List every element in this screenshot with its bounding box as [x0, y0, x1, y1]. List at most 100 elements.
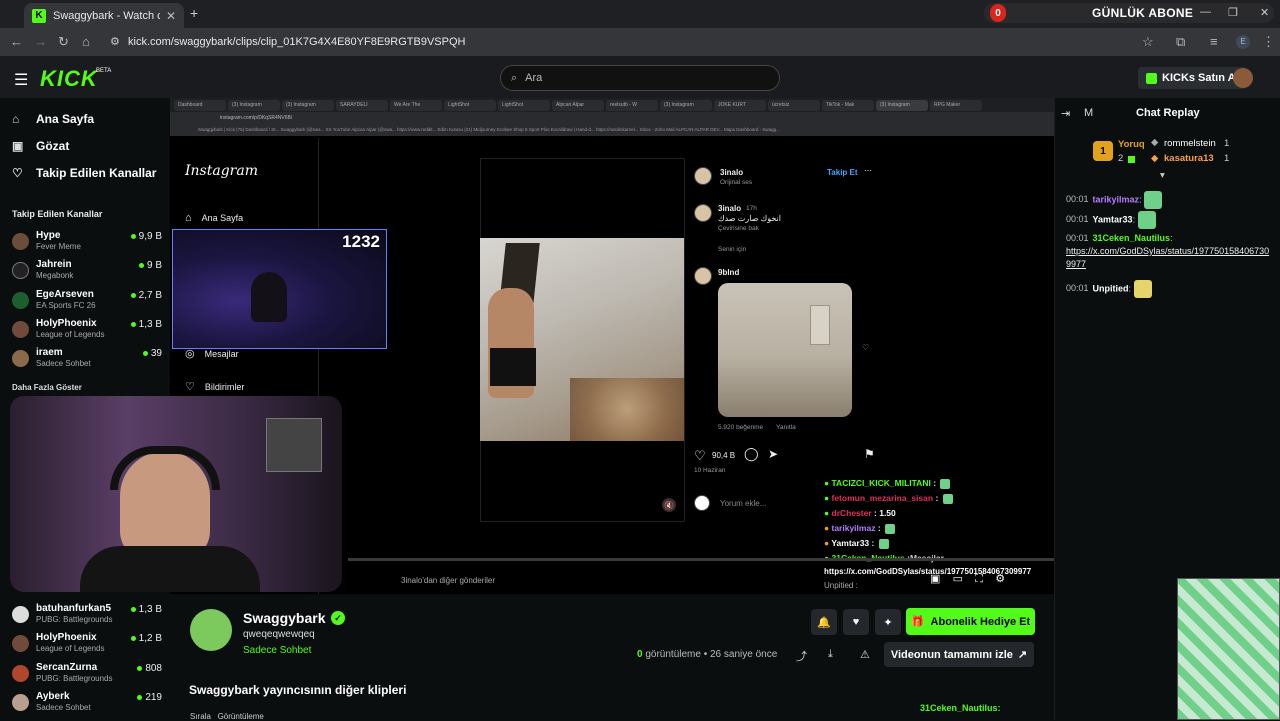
user-avatar[interactable] [1233, 68, 1253, 88]
clip-category[interactable]: Sadece Sohbet [243, 645, 311, 656]
emote-icon [1137, 211, 1156, 229]
chat-user[interactable]: Yamtar33 [1093, 214, 1133, 224]
viewer-count: 9,9 B [138, 231, 162, 242]
back-icon[interactable]: ← [10, 34, 23, 49]
followed-channel-hype[interactable]: Hype Fever Meme 9,9 B [12, 229, 162, 255]
ig-author: 3inalo [720, 168, 744, 177]
sidebar-item-home[interactable]: ⌂ Ana Sayfa [12, 112, 94, 126]
hamburger-menu-icon[interactable]: ☰ [14, 70, 28, 90]
extensions-icon[interactable]: ⧉ [1176, 34, 1185, 50]
expand-leaderboard-icon[interactable]: ▾ [1160, 170, 1165, 181]
chat-user[interactable]: 31Ceken_Nautilus [1093, 233, 1171, 243]
recommended-channel-holyphoenix[interactable]: HolyPhoenix League of Legends 1,2 B [12, 631, 162, 657]
watch-full-video-button[interactable]: Videonun tamamını izle ↗ [884, 642, 1034, 667]
menu-dots-icon[interactable]: ⋮ [1262, 34, 1275, 50]
captured-tab: ücretsiz [768, 100, 820, 111]
person-silhouette [251, 272, 287, 322]
fullscreen-icon[interactable]: ⛶ [975, 573, 983, 585]
leaderboard-user: kasatura13 [1164, 153, 1214, 164]
captured-tab: (3) Instagram [228, 100, 280, 111]
site-info-icon[interactable]: ⚙ [110, 35, 120, 48]
live-dot-icon [130, 606, 136, 612]
profile-avatar[interactable]: E [1236, 35, 1250, 49]
captured-tab: (3) Instagram [876, 100, 928, 111]
channel-avatar[interactable] [190, 609, 232, 651]
badge-icon: ◆ [1151, 137, 1159, 148]
share-icon[interactable]: ⤴ [796, 648, 807, 664]
ig-nav-label: Mesajlar [204, 348, 239, 359]
bookmark-star-icon[interactable]: ☆ [1142, 34, 1154, 50]
ig-author-avatar [694, 167, 712, 185]
channel-game: PUBG: Battlegrounds [36, 674, 113, 683]
notification-bell-button[interactable]: 🔔 [811, 609, 837, 635]
maximize-icon[interactable]: ❐ [1228, 6, 1238, 19]
channel-name: HolyPhoenix [36, 318, 97, 329]
sparkle-button[interactable]: ✦ [875, 609, 901, 635]
channel-name: batuhanfurkan5 [36, 603, 112, 614]
watch-full-video-label: Videonun tamamını izle [890, 648, 1013, 661]
captured-tab: JOKE KURT [714, 100, 766, 111]
chat-message: 00:01 tarikyilmaz: [1066, 191, 1271, 209]
show-more-link[interactable]: Daha Fazla Göster [12, 383, 82, 392]
recommended-channel-ayberk[interactable]: Ayberk Sadece Sohbet 219 [12, 690, 162, 716]
sidebar-item-following[interactable]: ♡ Takip Edilen Kanallar [12, 166, 156, 180]
pip-counter: 1232 [342, 232, 380, 251]
channel-viewers: 1,3 B [130, 604, 162, 615]
ig-actions-row: ♡ [694, 448, 706, 464]
badge-icon: ◆ [1151, 153, 1159, 164]
followed-channel-iraem[interactable]: iraem Sadece Sohbet 39 [12, 346, 162, 372]
pip-icon[interactable]: ▣ [930, 573, 940, 585]
channel-name: EgeArseven [36, 289, 94, 300]
viewer-count: 1,3 B [138, 319, 162, 330]
buy-kicks-button[interactable]: KICKs Satın Al [1138, 67, 1247, 89]
channel-avatar [12, 321, 29, 338]
reload-icon[interactable]: ↻ [58, 34, 69, 50]
kick-logo[interactable]: KICK [40, 66, 98, 92]
channel-name[interactable]: Swaggybark [243, 610, 325, 626]
followed-channel-jahrein[interactable]: Jahrein Megabonk 9 B [12, 258, 162, 284]
close-window-icon[interactable]: ✕ [1260, 6, 1269, 19]
captured-tab: LightShot [444, 100, 496, 111]
sidebar-item-browse[interactable]: ▣ Gözat [12, 139, 69, 153]
subscriber-widget-title: GÜNLÜK ABONE [1092, 6, 1194, 20]
chat-user[interactable]: tarikyilmaz [1093, 194, 1140, 204]
captured-bookmarks: Swaggybark | Kick (76) Dashboard / St...… [170, 125, 1054, 136]
kicks-icon [1146, 72, 1157, 84]
followed-channel-holyphoenix[interactable]: HolyPhoenix League of Legends 1,3 B [12, 317, 162, 343]
recommended-channel-batuhanfurkan5[interactable]: batuhanfurkan5 PUBG: Battlegrounds 1,3 B [12, 602, 162, 628]
video-progress-bar[interactable] [348, 558, 1054, 561]
followed-channel-egearseven[interactable]: EgeArseven EA Sports FC 26 2,7 B [12, 288, 162, 314]
overlay-chat-line: ● drChester : 1.50 [824, 508, 896, 518]
settings-icon[interactable]: ⚙ [995, 573, 1005, 585]
close-tab-icon[interactable]: ✕ [166, 9, 176, 23]
ig-for-you: Senin için [718, 246, 747, 253]
home-icon[interactable]: ⌂ [82, 34, 90, 49]
browse-icon: ▣ [12, 139, 24, 153]
theater-icon[interactable]: ▭ [953, 573, 963, 585]
media-icon[interactable]: ≡ [1210, 34, 1218, 49]
search-input[interactable]: ⌕ Ara [500, 65, 780, 91]
follow-heart-button[interactable]: ♥ [843, 609, 869, 635]
channel-viewers: 1,2 B [130, 633, 162, 644]
recommended-channel-sercanzurna[interactable]: SercanZurna PUBG: Battlegrounds 808 [12, 661, 162, 687]
chat-user[interactable]: Unpitied [1093, 283, 1129, 293]
chat-link[interactable]: https://x.com/GodDSylas/status/197750158… [1066, 246, 1269, 269]
chat-timestamp: 00:01 [1066, 214, 1089, 225]
chat-timestamp: 00:01 [1066, 233, 1089, 243]
forward-icon[interactable]: → [34, 34, 47, 49]
download-icon[interactable]: ⤓ [828, 648, 833, 661]
leaderboard-count: 1 [1224, 153, 1230, 164]
minimize-icon[interactable]: — [1200, 6, 1211, 18]
overlay-chat-line: ● tarikyilmaz : [824, 521, 1054, 536]
gift-subscription-label: Abonelik Hediye Et [930, 615, 1031, 628]
gift-subscription-button[interactable]: 🎁 Abonelik Hediye Et [906, 608, 1035, 635]
new-tab-icon[interactable]: + [190, 5, 198, 21]
browser-tab-active[interactable]: K Swaggybark - Watch clips on Kick ✕ [24, 3, 184, 28]
collapse-chat-icon[interactable]: ⇥ [1061, 107, 1070, 120]
overlay-unpitied: Unpitied : [824, 581, 858, 590]
mute-icon: 🔇 [662, 498, 676, 512]
url-field[interactable]: kick.com/swaggybark/clips/clip_01K7G4X4E… [128, 36, 465, 48]
bottom-chat-user: 31Ceken_Nautilus: [920, 703, 1001, 713]
live-dot-icon [137, 665, 143, 671]
report-icon[interactable]: ⚠ [860, 648, 870, 661]
